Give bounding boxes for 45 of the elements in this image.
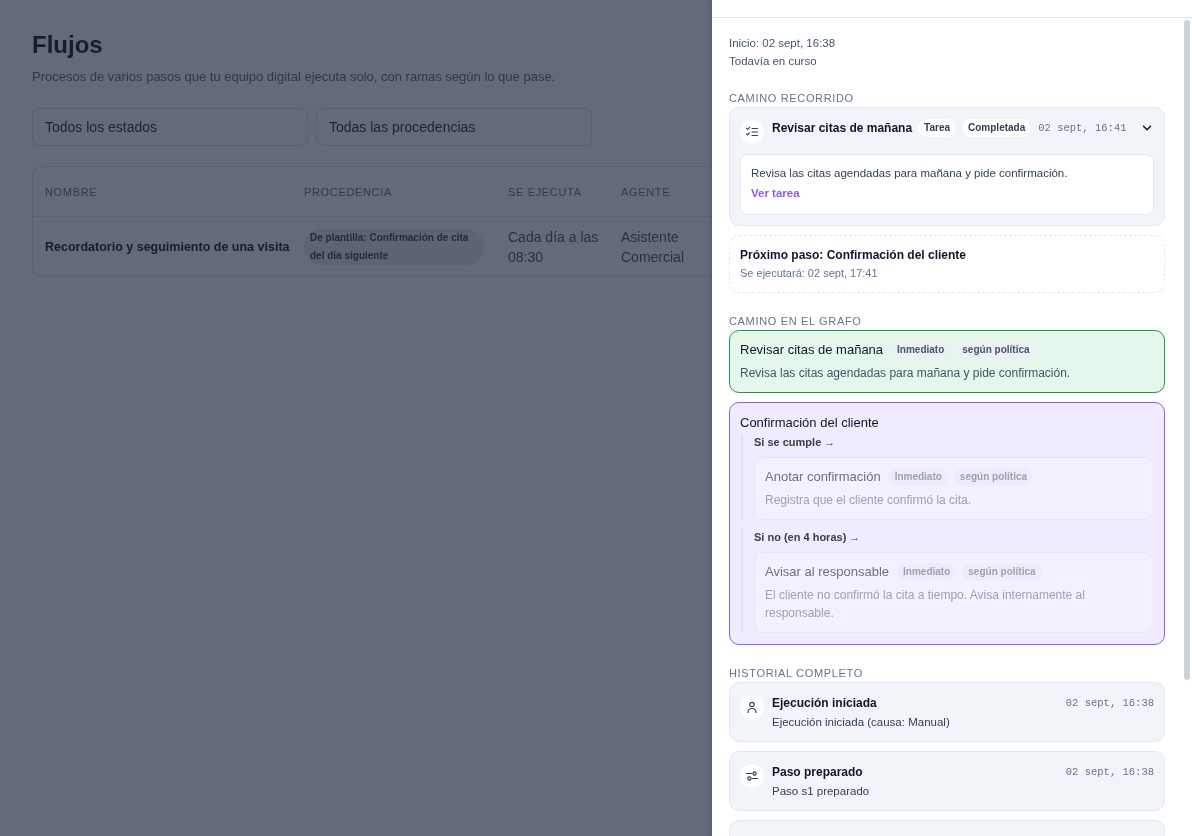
- table-cell-text: Asistente Comercial: [620, 227, 685, 267]
- tag: según política: [953, 468, 1034, 486]
- section-heading: HISTORIAL COMPLETO: [729, 666, 864, 680]
- tag: según política: [962, 563, 1042, 581]
- filter-select[interactable]: Todos los estados: [32, 108, 308, 146]
- tag: Inmediato: [891, 341, 951, 359]
- step-title: Revisar citas de mañana: [772, 120, 913, 136]
- origin-tag: De plantilla: Confirmación de cita del día siguiente: [304, 228, 484, 265]
- next-step-time: Se ejecutará: 02 sept, 17:41: [740, 266, 879, 281]
- event-title: Paso preparado: [772, 764, 863, 780]
- next-step-title: Próximo paso: Confirmación del cliente: [740, 247, 968, 264]
- branch-label: Si se cumple →: [754, 435, 837, 450]
- checklist-icon: [740, 120, 764, 144]
- tag: según política: [956, 341, 1036, 359]
- node-title: Avisar al responsable: [765, 563, 890, 581]
- scrollbar-thumb[interactable]: [1184, 20, 1190, 680]
- tag: Completada: [962, 119, 1032, 137]
- summary-text: Todavía en curso: [729, 54, 818, 69]
- person-icon: [740, 695, 764, 719]
- step-description: Revisa las citas agendadas para mañana y pide confirmación.: [751, 166, 1069, 181]
- timestamp: 02 sept, 16:41: [1038, 121, 1127, 136]
- tag: Inmediato: [888, 468, 948, 486]
- table-cell-text: Cada día a las 08:30: [507, 227, 600, 267]
- section-heading: CAMINO EN EL GRAFO: [729, 314, 863, 328]
- node-description: Revisa las citas agendadas para mañana y pide confirmación.: [740, 365, 1072, 382]
- event-title: Ejecución iniciada: [772, 695, 877, 711]
- node-title: Confirmación del cliente: [740, 414, 879, 432]
- summary-text: Inicio: 02 sept, 16:38: [729, 36, 837, 51]
- page-title: Flujos: [32, 30, 104, 60]
- section-heading: CAMINO RECORRIDO: [729, 91, 855, 105]
- tag: Inmediato: [897, 563, 957, 581]
- tag: Tarea: [918, 119, 957, 137]
- node-description: Registra que el cliente confirmó la cita.: [765, 492, 973, 509]
- node-title: Anotar confirmación: [765, 468, 881, 486]
- node-description: El cliente no confirmó la cita a tiempo. Avisa internamente al responsable.: [765, 587, 1086, 622]
- event-description: Paso s1 preparado: [772, 784, 871, 799]
- table-cell-text: Recordatorio y seguimiento de una visita: [44, 238, 291, 256]
- event-description: Ejecución iniciada (causa: Manual): [772, 715, 951, 730]
- timestamp: 02 sept, 16:38: [1065, 696, 1154, 711]
- sliders-icon: [740, 764, 764, 788]
- task-link[interactable]: Ver tarea: [751, 184, 800, 202]
- node-title: Revisar citas de mañana: [740, 341, 884, 359]
- timestamp: 02 sept, 16:38: [1065, 765, 1154, 780]
- filter-select[interactable]: Todas las procedencias: [316, 108, 592, 146]
- branch-label: Si no (en 4 horas) →: [754, 530, 862, 545]
